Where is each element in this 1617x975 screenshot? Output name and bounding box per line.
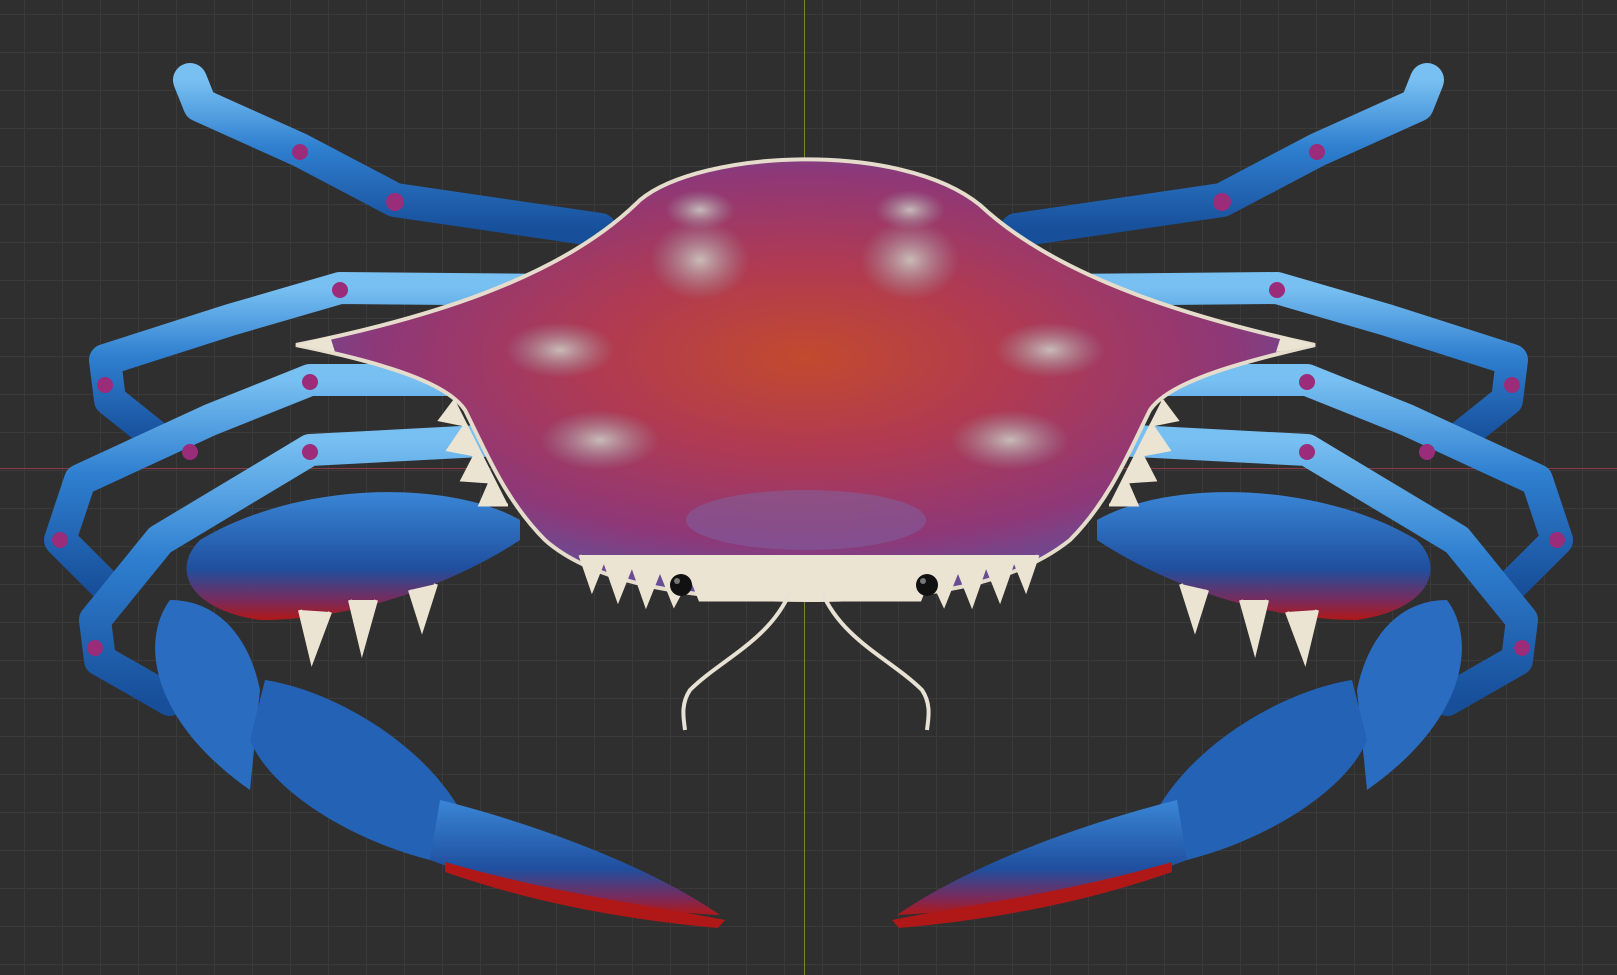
3d-viewport[interactable] (0, 0, 1617, 975)
crab-model[interactable] (0, 0, 1617, 975)
antennae (681, 591, 931, 731)
